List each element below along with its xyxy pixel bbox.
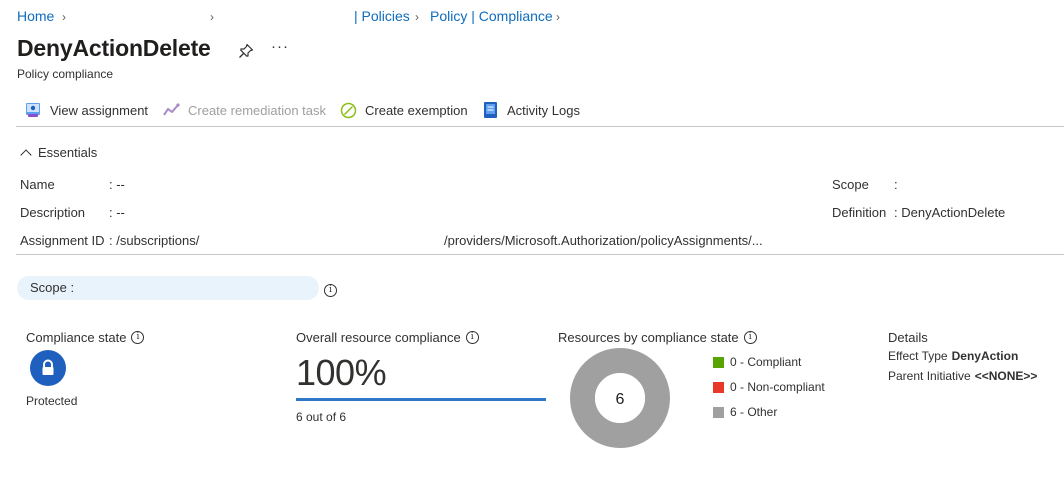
info-icon[interactable]: i [465,331,479,344]
create-remediation-label: Create remediation task [188,102,327,118]
create-exemption-label: Create exemption [365,102,468,118]
compliance-progress-fill [296,398,546,401]
name-label: Name [20,177,55,192]
overall-compliance-summary: 6 out of 6 [296,410,347,424]
assignment-id-label: Assignment ID [20,233,105,248]
breadcrumb-policy-compliance[interactable]: Policy | Compliance [430,8,553,24]
more-options-icon[interactable]: ··· [271,38,289,55]
compliance-state-value: Protected [26,394,78,408]
scope-filter-label: Scope : [30,280,75,295]
pin-icon[interactable] [237,42,255,60]
legend-other[interactable]: 6 - Other [713,405,777,419]
legend-swatch-non-compliant [713,381,724,393]
activity-logs-label: Activity Logs [507,102,580,118]
activity-logs-button[interactable]: Activity Logs [483,100,580,120]
resources-by-state-title: Resources by compliance state i [558,330,757,345]
create-exemption-button[interactable]: Create exemption [340,100,468,120]
legend-swatch-compliant [713,356,724,368]
overall-compliance-percent: 100% [296,352,387,393]
legend-non-compliant[interactable]: 0 - Non-compliant [713,380,825,394]
donut-total: 6 [616,391,625,408]
essentials-toggle[interactable]: Essentials [20,145,98,161]
info-icon[interactable]: i [743,331,757,344]
chevron-up-icon [20,148,32,161]
compliance-progress-bar [296,398,546,401]
assignment-id-value-end: /providers/Microsoft.Authorization/polic… [444,233,763,248]
scope-value: : [894,177,898,192]
compliance-state-title: Compliance state i [26,330,145,345]
scope-info-icon[interactable]: i [324,280,337,297]
toolbar-divider [16,126,1064,127]
breadcrumb-policies[interactable]: | Policies [354,8,410,24]
lock-icon [30,350,66,386]
page-subtitle: Policy compliance [17,67,114,81]
create-remediation-task-button[interactable]: Create remediation task [163,100,326,120]
description-label: Description [20,205,86,220]
details-title: Details [888,330,928,345]
scope-label: Scope [832,177,869,192]
scope-filter-pill[interactable]: Scope : [17,276,319,300]
breadcrumb-home[interactable]: Home [17,8,54,24]
overall-compliance-title: Overall resource compliance i [296,330,479,345]
effect-type-row: Effect Type DenyAction [888,349,1018,363]
legend-label: 0 - Non-compliant [730,380,825,394]
breadcrumb-chevron-icon: › [210,10,214,24]
info-icon[interactable]: i [131,331,145,344]
essentials-label: Essentials [38,145,98,160]
essentials-divider [16,254,1064,255]
overall-compliance-title-text: Overall resource compliance [296,330,461,345]
exemption-icon [340,102,357,118]
resources-by-state-title-text: Resources by compliance state [558,330,739,345]
legend-compliant[interactable]: 0 - Compliant [713,355,801,369]
effect-type-value: DenyAction [951,349,1019,363]
definition-label: Definition [832,205,887,220]
breadcrumb-chevron-icon: › [62,10,66,24]
parent-initiative-row: Parent Initiative <<NONE>> [888,369,1037,383]
view-assignment-label: View assignment [50,102,149,118]
effect-type-label: Effect Type [888,349,948,363]
parent-initiative-value: <<NONE>> [974,369,1038,383]
legend-swatch-other [713,406,724,418]
view-assignment-icon [26,103,40,117]
description-value: : -- [109,205,125,220]
name-value: : -- [109,177,125,192]
assignment-id-value-start: : /subscriptions/ [109,233,200,248]
compliance-donut-chart[interactable]: 6 [570,348,670,448]
parent-initiative-label: Parent Initiative [888,369,971,383]
legend-label: 6 - Other [730,405,778,419]
remediation-chart-icon [163,103,180,116]
definition-value[interactable]: : DenyActionDelete [894,205,1005,220]
activity-log-icon [484,102,497,118]
breadcrumb-chevron-icon: › [556,10,560,24]
view-assignment-button[interactable]: View assignment [24,100,148,120]
legend-label: 0 - Compliant [730,355,802,369]
breadcrumb-chevron-icon: › [415,10,419,24]
compliance-state-title-text: Compliance state [26,330,127,345]
page-title: DenyActionDelete [17,35,211,61]
